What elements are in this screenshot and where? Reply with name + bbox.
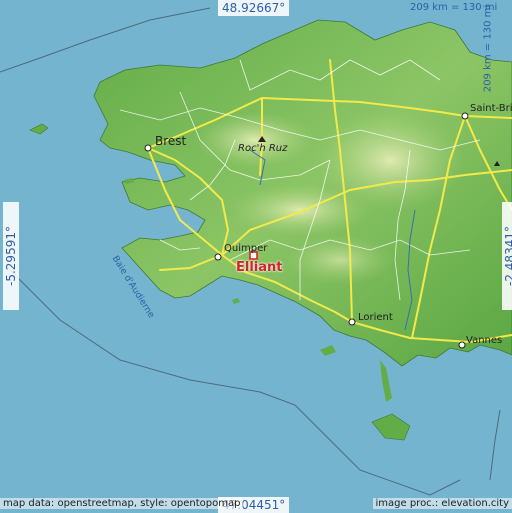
label-lorient: Lorient — [358, 312, 393, 323]
lorient-marker — [349, 319, 355, 325]
longitude-right-label: -2.48341° — [502, 202, 512, 310]
credit-image-proc: image proc.: elevation.city — [373, 498, 512, 509]
map-canvas — [0, 0, 512, 512]
longitude-left-label: -5.29591° — [3, 202, 19, 310]
quimper-marker — [215, 254, 221, 260]
label-roch-ruz: Roc'h Ruz — [238, 143, 287, 154]
credit-map-data: map data: openstreetmap, style: opentopo… — [0, 498, 243, 509]
label-brest: Brest — [155, 134, 186, 148]
latitude-top-label: 48.92667° — [218, 0, 289, 16]
label-vannes: Vannes — [466, 335, 502, 346]
brest-marker — [145, 145, 151, 151]
label-elliant: Elliant — [236, 260, 283, 275]
highland-noires — [230, 184, 370, 236]
scale-vertical: 209 km = 130 mi — [483, 0, 494, 99]
label-quimper: Quimper — [224, 243, 267, 254]
vannes-marker — [459, 342, 465, 348]
saint-brieuc-marker — [462, 113, 468, 119]
label-saint-brieuc: Saint-Brie — [470, 103, 512, 114]
